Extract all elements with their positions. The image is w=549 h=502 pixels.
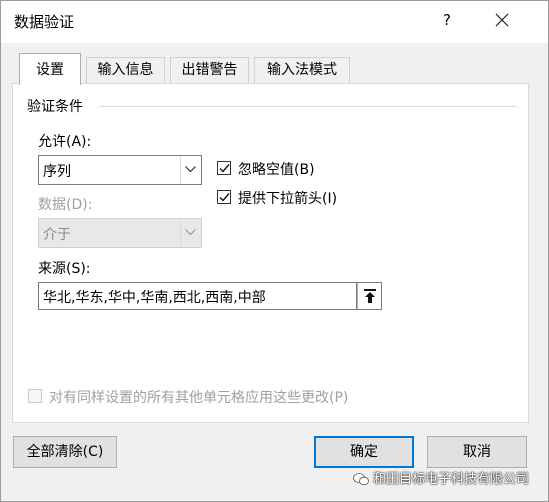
help-button[interactable]: ? [437,11,457,29]
allow-select[interactable]: 序列 [38,155,202,185]
data-select: 介于 [38,218,202,248]
allow-select-value: 序列 [43,164,71,180]
clear-all-button[interactable]: 全部清除(C) [13,436,117,468]
data-label: 数据(D): [38,197,93,213]
checkmark-icon [219,193,230,202]
group-divider [99,106,517,107]
allow-label: 允许(A): [38,134,92,150]
tab-error-alert[interactable]: 出错警告 [170,57,249,84]
tab-settings[interactable]: 设置 [19,53,81,85]
apply-all-label: 对有同样设置的所有其他单元格应用这些更改(P) [49,390,349,406]
apply-all-checkbox [28,389,42,403]
wechat-icon [353,473,369,486]
title-bar: 数据验证 ? [1,1,548,43]
collapse-dialog-button[interactable] [357,282,382,310]
tab-ime-mode[interactable]: 输入法模式 [254,57,350,84]
data-select-value: 介于 [43,227,71,243]
validation-criteria-label: 验证条件 [27,99,83,115]
watermark-text: 和田目标电子科技有限公司 [373,472,530,487]
cancel-button[interactable]: 取消 [427,436,527,468]
in-cell-dropdown-checkbox[interactable] [217,190,231,204]
close-button[interactable] [487,7,517,35]
data-validation-dialog: 数据验证 ? 设置 输入信息 出错警告 输入法模式 验证条件 允许(A): 序列… [0,0,549,502]
chevron-down-icon [180,219,201,247]
close-icon [495,13,509,27]
dialog-title: 数据验证 [14,13,75,31]
checkmark-icon [219,164,230,173]
tab-input-message[interactable]: 输入信息 [86,57,165,84]
source-input[interactable]: 华北,华东,华中,华南,西北,西南,中部 [38,282,357,310]
source-label: 来源(S): [38,261,91,277]
settings-panel: 验证条件 允许(A): 序列 数据(D): 介于 忽略空值(B) 提供下拉箭头(… [12,83,529,423]
upload-arrow-icon [364,289,376,303]
in-cell-dropdown-label[interactable]: 提供下拉箭头(I) [238,188,337,208]
ignore-blank-label[interactable]: 忽略空值(B) [238,159,315,179]
ignore-blank-checkbox[interactable] [217,161,231,175]
ok-button[interactable]: 确定 [314,436,414,468]
chevron-down-icon [180,156,201,184]
watermark: 和田目标电子科技有限公司 [353,468,529,487]
